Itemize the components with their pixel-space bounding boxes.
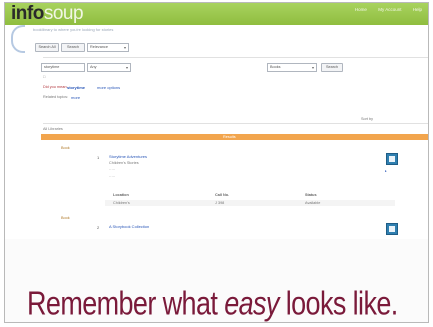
logo-primary: info: [11, 3, 44, 24]
table-row: Children's J 398 Available: [105, 200, 395, 206]
result-title-link[interactable]: Storytime Adventures: [109, 154, 147, 159]
top-link-help[interactable]: Help: [413, 7, 422, 12]
checkbox-label[interactable]: □: [43, 75, 45, 79]
more-info-link[interactable]: ▸: [385, 169, 387, 173]
go-button[interactable]: Search: [321, 63, 343, 72]
caption-part1: Remember what: [27, 285, 225, 322]
did-you-mean-label: Did you mean:: [43, 85, 68, 89]
swirl-logo-icon: [11, 25, 25, 53]
book-cover-icon[interactable]: [386, 153, 398, 165]
table-cell: J 398: [215, 201, 225, 205]
table-header-location: Location: [113, 193, 129, 197]
result-number: 2: [97, 225, 100, 230]
logo[interactable]: infosoup: [11, 3, 84, 24]
result-detail: ·····: [109, 175, 116, 179]
sort-by-label[interactable]: Sort by: [361, 117, 373, 121]
top-links: Home My Account Help: [345, 7, 422, 12]
top-link-home[interactable]: Home: [355, 7, 367, 12]
screenshot-area: infosoup Home My Account Help booklibrar…: [5, 3, 428, 239]
keyword-input[interactable]: storytime: [41, 63, 85, 72]
format-select[interactable]: Books: [267, 63, 317, 72]
result-type-label: Book: [61, 146, 70, 150]
result-number: 1: [97, 155, 100, 160]
table-cell: Children's: [113, 201, 130, 205]
related-link[interactable]: more: [71, 95, 80, 100]
table-cell: Available: [305, 201, 321, 205]
results-bar: Results: [41, 134, 428, 140]
did-you-mean-link[interactable]: storytime: [67, 85, 85, 90]
table-header-callno: Call No.: [215, 193, 230, 197]
result-detail: ·····: [109, 168, 116, 172]
divider: [43, 57, 428, 58]
result-type-label: Book: [61, 216, 70, 220]
caption-emphasis: easy: [224, 285, 279, 322]
tagline: booklibrary to where you're looking for …: [33, 27, 114, 32]
result-title-link[interactable]: A Storybook Collection: [109, 224, 149, 229]
caption-part2: looks like.: [278, 285, 399, 322]
related-label: Related topics:: [43, 95, 69, 99]
result-subtitle: Children's Stories: [109, 161, 139, 165]
sort-select[interactable]: Relevance: [87, 43, 129, 52]
search-button[interactable]: Search: [61, 43, 85, 52]
search-all-button[interactable]: Search All: [35, 43, 59, 52]
more-options-link[interactable]: more options: [97, 85, 120, 90]
scope-select[interactable]: Any: [87, 63, 131, 72]
promo-card: infosoup Home My Account Help booklibrar…: [4, 2, 429, 323]
results-header-left[interactable]: All Libraries: [43, 127, 63, 131]
table-header-status: Status: [305, 193, 317, 197]
results-bar-label: Results: [223, 135, 236, 139]
tagline-caption: Remember what easy looks like.: [27, 285, 427, 322]
book-cover-icon[interactable]: [386, 223, 398, 235]
divider: [43, 123, 428, 124]
top-link-account[interactable]: My Account: [378, 7, 401, 12]
logo-secondary: soup: [43, 3, 84, 24]
header-bar: infosoup Home My Account Help: [5, 3, 428, 25]
